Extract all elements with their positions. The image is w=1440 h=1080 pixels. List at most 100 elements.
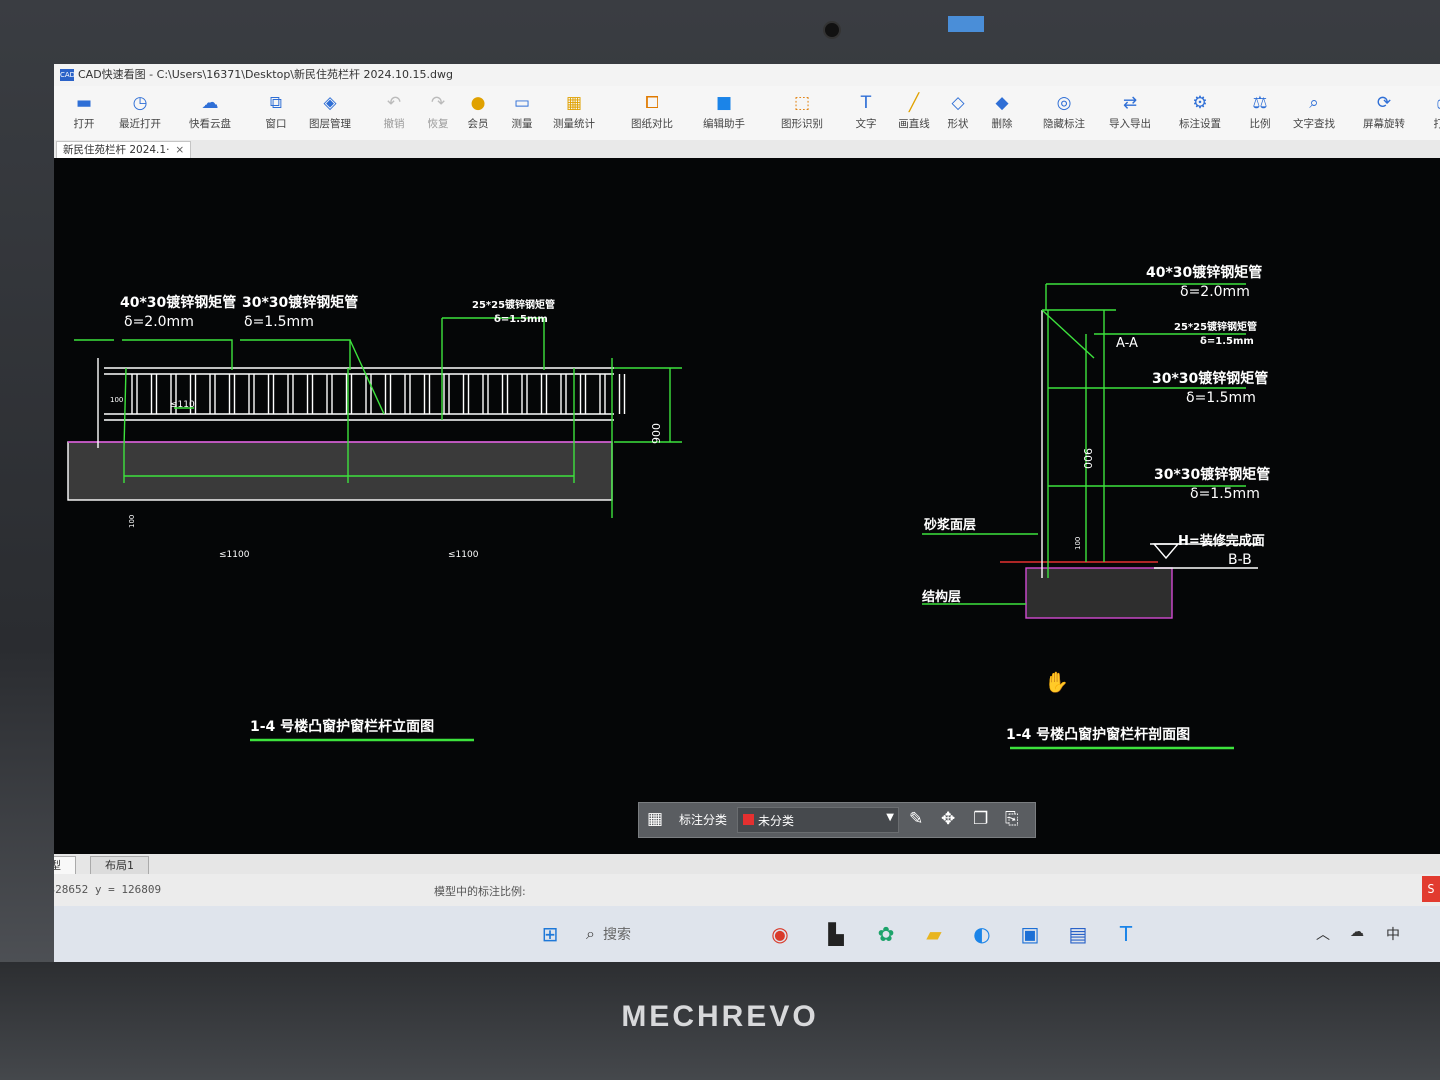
- elev-dim-small-2: 100: [128, 514, 136, 528]
- move-icon[interactable]: ✥: [941, 809, 955, 829]
- toolbar-button-folder[interactable]: ▬ 打开: [54, 92, 114, 131]
- toolbar-button-label: 快看云盘: [189, 118, 231, 130]
- sec-callout-4-line2: δ=1.5mm: [1190, 486, 1260, 502]
- toolbar-button-measure-stats[interactable]: ▦ 测量统计: [544, 92, 604, 131]
- elev-dim-small-1: 100: [110, 396, 124, 404]
- leader-2: [240, 339, 351, 370]
- tab-model[interactable]: 模型: [54, 856, 76, 875]
- document-tab-bar: 新民住苑栏杆 2024.1· ×: [54, 140, 1440, 158]
- annotation-scale-text: 模型中的标注比例:: [434, 885, 526, 898]
- post-1: [123, 367, 127, 449]
- toolbar-button-label: 比例: [1249, 118, 1271, 130]
- tab-layout1[interactable]: 布局1: [90, 856, 149, 875]
- cad-viewer-taskbar-icon[interactable]: ▤: [1064, 920, 1092, 948]
- toolbar-button-layers[interactable]: ◈ 图层管理: [300, 92, 360, 131]
- sec-label-mortar: 砂浆面层: [924, 518, 977, 533]
- toolbar-button-scale[interactable]: ⚖ 比例: [1230, 92, 1290, 131]
- paste-icon[interactable]: ⎘: [1005, 809, 1019, 829]
- print-icon: ⎙: [1414, 92, 1440, 114]
- toolbar-button-clock[interactable]: ◷ 最近打开: [110, 92, 170, 131]
- window-icon: ⧉: [269, 93, 283, 113]
- windows-start-icon[interactable]: ⊞: [536, 920, 564, 948]
- toolbar-button-label: 标注设置: [1179, 118, 1221, 130]
- elev-dim-spacing: ≤110: [170, 400, 195, 410]
- widgets-icon[interactable]: ◧: [54, 920, 60, 948]
- windows-taskbar: ◧ ⊞ ⌕ 搜索 ◉ ▙ ✿ ▰ ◐ ▣ ▤ T ︿ ☁ 中: [54, 906, 1440, 962]
- toolbar-button-label: 文字查找: [1293, 118, 1335, 130]
- annotation-floating-toolbar: ▦ 标注分类 未分类 ▼ ✎ ✥ ❐ ⎘: [638, 802, 1036, 838]
- toolbar-button-label: 删除: [991, 118, 1013, 130]
- annotation-category-value: 未分类: [758, 814, 795, 828]
- text-app-icon[interactable]: T: [1112, 920, 1140, 948]
- close-tab-icon[interactable]: ×: [175, 144, 184, 156]
- toolbar-button-edit-assistant[interactable]: ■ 编辑助手: [694, 92, 754, 131]
- folder-icon: ▬: [75, 93, 93, 113]
- toolbar-button-rotate-screen[interactable]: ⟳ 屏幕旋转: [1354, 92, 1414, 131]
- toolbar-button-label: 图纸对比: [631, 118, 673, 130]
- hand-cursor-icon: ✋: [1044, 670, 1069, 694]
- app-store-icon[interactable]: ✿: [872, 920, 900, 948]
- sec-callout-2-line2: δ=1.5mm: [1200, 336, 1254, 347]
- toolbar-button-cloud[interactable]: ☁ 快看云盘: [180, 92, 240, 131]
- input-method-icon[interactable]: S: [1422, 876, 1440, 902]
- leader-2-diag: [349, 339, 385, 415]
- toolbar-button-eraser[interactable]: ◆ 删除: [972, 92, 1032, 131]
- microsoft-store-icon[interactable]: ▣: [1016, 920, 1044, 948]
- section-title: 1-4 号楼凸窗护窗栏杆剖面图: [1006, 727, 1191, 743]
- sec-callout-2-line1: 25*25镀锌钢矩管: [1174, 322, 1258, 333]
- edit-annotation-icon[interactable]: ✎: [909, 809, 923, 829]
- game-app-icon[interactable]: ◉: [766, 920, 794, 948]
- toolbar-button-hide-annotation[interactable]: ◎ 隐藏标注: [1034, 92, 1094, 131]
- toolbar-button-label: 测量: [511, 118, 533, 130]
- taskbar-search[interactable]: ⌕ 搜索: [586, 924, 631, 944]
- toolbar-button-label: 图形识别: [781, 118, 823, 130]
- status-bar: x = 328652 y = 126809 模型中的标注比例: S: [54, 874, 1440, 906]
- file-explorer-icon[interactable]: ▰: [920, 920, 948, 948]
- document-tab[interactable]: 新民住苑栏杆 2024.1· ×: [56, 141, 192, 158]
- text-search-icon: ⌕: [1309, 93, 1319, 113]
- elev-callout-3-line1: 25*25镀锌钢矩管: [472, 300, 556, 311]
- sec-dim-height: 900: [1081, 448, 1094, 469]
- toolbar-button-label: 隐藏标注: [1043, 118, 1085, 130]
- elev-dim-height: 900: [650, 423, 663, 444]
- toolbar-button-text-search[interactable]: ⌕ 文字查找: [1284, 92, 1344, 131]
- copy-icon[interactable]: ❐: [973, 809, 988, 829]
- toolbar-button-window[interactable]: ⧉ 窗口: [246, 92, 306, 131]
- toolbar-button-annotation-settings[interactable]: ⚙ 标注设置: [1170, 92, 1230, 131]
- sec-callout-1-line1: 40*30镀锌钢矩管: [1146, 265, 1263, 281]
- elevation-ground-hatch: [67, 441, 613, 501]
- toolbar-button-print[interactable]: ⎙ 打印: [1414, 92, 1440, 131]
- input-language-icon[interactable]: 中: [1386, 924, 1400, 944]
- elev-callout-2-line2: δ=1.5mm: [244, 314, 314, 330]
- clock-icon: ◷: [132, 93, 148, 113]
- compare-icon: ⧠: [645, 93, 659, 113]
- elev-callout-3-line2: δ=1.5mm: [494, 314, 548, 325]
- sec-callout-4-line1: 30*30镀锌钢矩管: [1154, 467, 1271, 483]
- webcam: [823, 21, 841, 39]
- annotation-category-select[interactable]: 未分类 ▼: [737, 807, 899, 833]
- cloud-sync-icon[interactable]: ☁: [1350, 924, 1364, 940]
- toolbar-button-compare[interactable]: ⧠ 图纸对比: [622, 92, 682, 131]
- scale-icon: ⚖: [1252, 93, 1268, 113]
- annotation-settings-icon: ⚙: [1192, 93, 1208, 113]
- toolbar-button-shape-recognition[interactable]: ⬚ 图形识别: [772, 92, 832, 131]
- toolbar-button-import-export[interactable]: ⇄ 导入导出: [1100, 92, 1160, 131]
- elev-callout-2-line1: 30*30镀锌钢矩管: [242, 295, 359, 311]
- grid-category-icon[interactable]: ▦: [647, 809, 663, 829]
- toolbar-button-label: 屏幕旋转: [1363, 118, 1405, 130]
- cursor-coordinates: x = 328652 y = 126809: [54, 883, 162, 896]
- annotation-category-label: 标注分类: [679, 813, 728, 827]
- laptop-brand: MECHREVO: [621, 1000, 819, 1033]
- layout-tab-bar: 模型 布局1: [54, 854, 1440, 875]
- chevron-up-icon[interactable]: ︿: [1316, 924, 1330, 944]
- toolbar-button-ruler[interactable]: ▭ 测量: [492, 92, 552, 131]
- ruler-icon: ▭: [513, 93, 531, 113]
- task-view-icon[interactable]: ▙: [822, 920, 850, 948]
- rotate-screen-icon: ⟳: [1376, 93, 1392, 113]
- toolbar-button-label: 窗口: [265, 118, 287, 130]
- edge-browser-icon[interactable]: ◐: [968, 920, 996, 948]
- shape-recognition-icon: ⬚: [793, 93, 811, 113]
- elev-dim-span-1: ≤1100: [219, 550, 250, 560]
- document-tab-label: 新民住苑栏杆 2024.1·: [63, 144, 170, 156]
- drawing-canvas[interactable]: 40*30镀锌钢矩管 δ=2.0mm 30*30镀锌钢矩管 δ=1.5mm 25…: [54, 158, 1440, 854]
